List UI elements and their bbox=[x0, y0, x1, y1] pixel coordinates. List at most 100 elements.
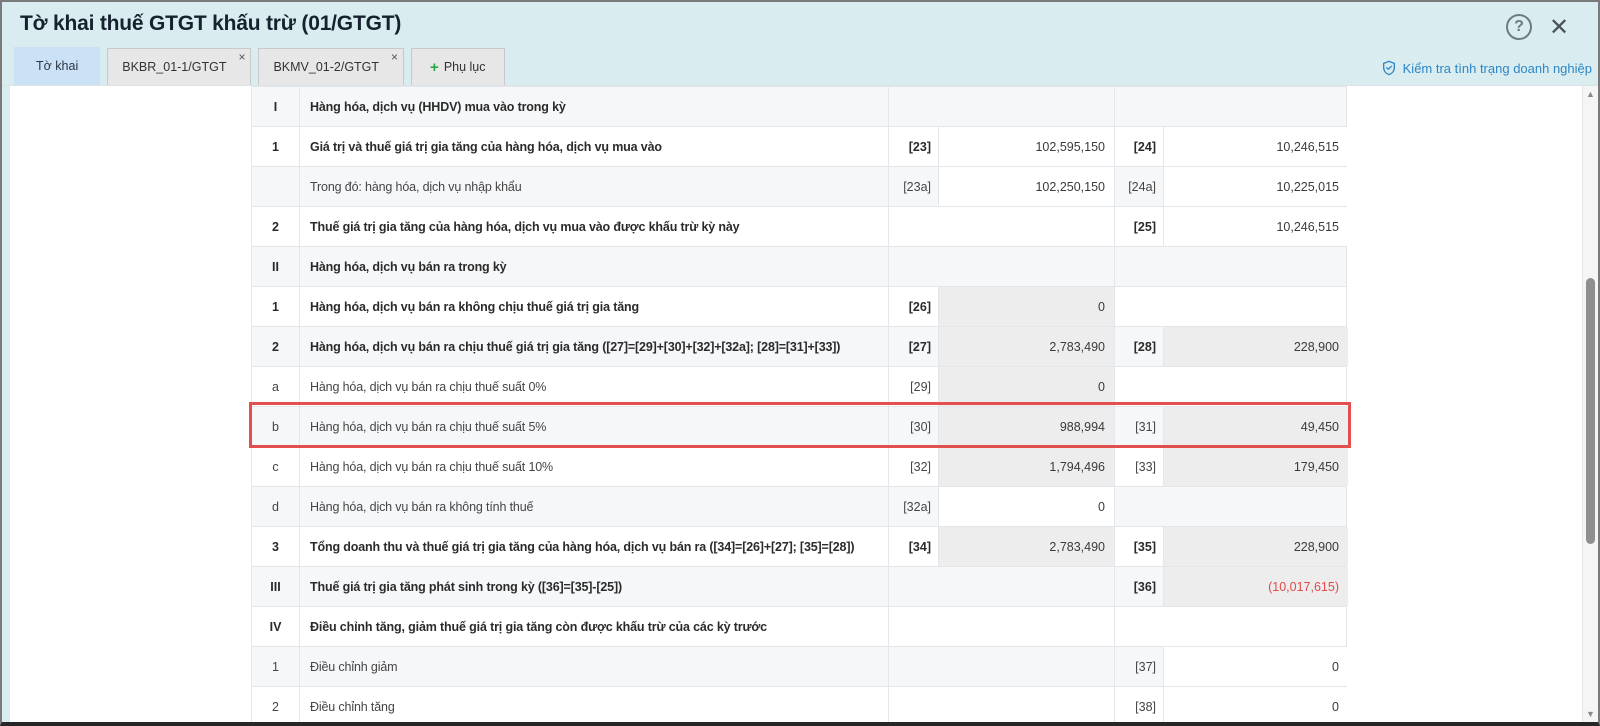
value-readonly: 0 bbox=[938, 367, 1114, 406]
row-label-cell: Giá trị và thuế giá trị gia tăng của hàn… bbox=[299, 127, 888, 166]
row-index-cell: a bbox=[252, 367, 299, 406]
cell-code-label: [23a] bbox=[888, 167, 938, 206]
table-row: Trong đó: hàng hóa, dịch vụ nhập khẩu[23… bbox=[252, 167, 1346, 207]
value-readonly: 2,783,490 bbox=[938, 327, 1114, 366]
row-index-cell: III bbox=[252, 567, 299, 606]
value-readonly: 179,450 bbox=[1163, 447, 1348, 486]
table-row: IIIThuế giá trị gia tăng phát sinh trong… bbox=[252, 567, 1346, 607]
row-label-cell: Điều chỉnh giảm bbox=[299, 647, 888, 686]
scroll-down-arrow-icon[interactable]: ▼ bbox=[1583, 707, 1598, 721]
row-index-cell: 3 bbox=[252, 527, 299, 566]
row-index-cell: 2 bbox=[252, 327, 299, 366]
cell-code-label: [34] bbox=[888, 527, 938, 566]
value-readonly: 49,450 bbox=[1163, 407, 1348, 446]
page-title: Tờ khai thuế GTGT khấu trừ (01/GTGT) bbox=[20, 12, 401, 36]
row-label-cell: Điều chỉnh tăng, giảm thuế giá trị gia t… bbox=[299, 607, 888, 646]
check-link-label: Kiểm tra tình trạng doanh nghiệp bbox=[1403, 61, 1592, 76]
tab-label: Phụ lục bbox=[444, 60, 486, 74]
scroll-up-arrow-icon[interactable]: ▲ bbox=[1583, 87, 1598, 101]
table-row: 3Tổng doanh thu và thuế giá trị gia tăng… bbox=[252, 527, 1346, 567]
empty-cell bbox=[888, 87, 1114, 126]
empty-cell bbox=[1114, 367, 1348, 406]
tab-bar: Tờ khai BKBR_01-1/GTGT × BKMV_01-2/GTGT … bbox=[2, 46, 1598, 86]
table-row: cHàng hóa, dịch vụ bán ra chịu thuế suất… bbox=[252, 447, 1346, 487]
left-gutter bbox=[2, 86, 10, 722]
row-label-cell: Hàng hóa, dịch vụ bán ra không tính thuế bbox=[299, 487, 888, 526]
window-header: Tờ khai thuế GTGT khấu trừ (01/GTGT) ? ✕ bbox=[2, 2, 1598, 46]
value-input[interactable]: 102,250,150 bbox=[938, 167, 1114, 206]
table-row: dHàng hóa, dịch vụ bán ra không tính thu… bbox=[252, 487, 1346, 527]
cell-code-label: [23] bbox=[888, 127, 938, 166]
close-icon: ✕ bbox=[1549, 13, 1569, 42]
row-label-cell: Hàng hóa, dịch vụ bán ra chịu thuế suất … bbox=[299, 407, 888, 446]
cell-code-label: [27] bbox=[888, 327, 938, 366]
value-readonly: 228,900 bbox=[1163, 527, 1348, 566]
help-button[interactable]: ? bbox=[1506, 14, 1532, 40]
table-row: bHàng hóa, dịch vụ bán ra chịu thuế suất… bbox=[252, 407, 1346, 447]
cell-code-label: [38] bbox=[1114, 687, 1163, 726]
tab-label: BKBR_01-1/GTGT bbox=[122, 60, 226, 74]
row-index-cell: IV bbox=[252, 607, 299, 646]
row-index-cell: 2 bbox=[252, 207, 299, 246]
table-row: 2Điều chỉnh tăng[38]0 bbox=[252, 687, 1346, 726]
table-row: IIHàng hóa, dịch vụ bán ra trong kỳ bbox=[252, 247, 1346, 287]
row-label-cell: Thuế giá trị gia tăng phát sinh trong kỳ… bbox=[299, 567, 888, 606]
table-row: 2Thuế giá trị gia tăng của hàng hóa, dịc… bbox=[252, 207, 1346, 247]
empty-cell bbox=[888, 687, 1114, 726]
empty-cell bbox=[888, 207, 1114, 246]
value-input[interactable]: 0 bbox=[1163, 687, 1348, 726]
value-input[interactable]: 0 bbox=[938, 487, 1114, 526]
scrollbar-thumb[interactable] bbox=[1586, 278, 1595, 544]
cell-code-label: [30] bbox=[888, 407, 938, 446]
empty-cell bbox=[888, 567, 1114, 606]
value-input[interactable]: 0 bbox=[1163, 647, 1348, 686]
cell-code-label: [32a] bbox=[888, 487, 938, 526]
cell-code-label: [26] bbox=[888, 287, 938, 326]
value-readonly: 988,994 bbox=[938, 407, 1114, 446]
cell-code-label: [29] bbox=[888, 367, 938, 406]
empty-cell bbox=[888, 607, 1114, 646]
tab-to-khai[interactable]: Tờ khai bbox=[14, 47, 100, 85]
tab-label: BKMV_01-2/GTGT bbox=[273, 60, 379, 74]
tabs-container: Tờ khai BKBR_01-1/GTGT × BKMV_01-2/GTGT … bbox=[14, 47, 512, 85]
empty-cell bbox=[1114, 247, 1348, 286]
help-icon: ? bbox=[1514, 18, 1524, 36]
vat-declaration-table: IHàng hóa, dịch vụ (HHDV) mua vào trong … bbox=[251, 86, 1347, 726]
cell-code-label: [32] bbox=[888, 447, 938, 486]
row-label-cell: Thuế giá trị gia tăng của hàng hóa, dịch… bbox=[299, 207, 888, 246]
value-input[interactable]: 10,246,515 bbox=[1163, 127, 1348, 166]
tab-close-icon[interactable]: × bbox=[391, 51, 398, 63]
row-label-cell: Tổng doanh thu và thuế giá trị gia tăng … bbox=[299, 527, 888, 566]
vertical-scrollbar[interactable]: ▲ ▼ bbox=[1582, 86, 1598, 722]
table-row: 2Hàng hóa, dịch vụ bán ra chịu thuế giá … bbox=[252, 327, 1346, 367]
tab-bkbr-01-1-gtgt[interactable]: BKBR_01-1/GTGT × bbox=[107, 48, 251, 85]
empty-cell bbox=[1114, 287, 1348, 326]
row-label-cell: Hàng hóa, dịch vụ (HHDV) mua vào trong k… bbox=[299, 87, 888, 126]
check-business-status-link[interactable]: Kiểm tra tình trạng doanh nghiệp bbox=[1381, 60, 1592, 76]
empty-cell bbox=[1114, 607, 1348, 646]
close-button[interactable]: ✕ bbox=[1546, 14, 1572, 40]
cell-code-label: [35] bbox=[1114, 527, 1163, 566]
row-index-cell: 1 bbox=[252, 127, 299, 166]
row-index-cell: d bbox=[252, 487, 299, 526]
empty-cell bbox=[888, 647, 1114, 686]
add-appendix-tab[interactable]: + Phụ lục bbox=[411, 48, 504, 85]
tax-declaration-window: Tờ khai thuế GTGT khấu trừ (01/GTGT) ? ✕… bbox=[0, 0, 1600, 726]
row-label-cell: Trong đó: hàng hóa, dịch vụ nhập khẩu bbox=[299, 167, 888, 206]
value-input[interactable]: 10,225,015 bbox=[1163, 167, 1348, 206]
cell-code-label: [37] bbox=[1114, 647, 1163, 686]
cell-code-label: [36] bbox=[1114, 567, 1163, 606]
cell-code-label: [24a] bbox=[1114, 167, 1163, 206]
cell-code-label: [28] bbox=[1114, 327, 1163, 366]
row-label-cell: Hàng hóa, dịch vụ bán ra chịu thuế suất … bbox=[299, 367, 888, 406]
plus-icon: + bbox=[430, 59, 439, 76]
row-label-cell: Điều chỉnh tăng bbox=[299, 687, 888, 726]
cell-code-label: [24] bbox=[1114, 127, 1163, 166]
tab-bkmv-01-2-gtgt[interactable]: BKMV_01-2/GTGT × bbox=[258, 48, 404, 85]
tab-close-icon[interactable]: × bbox=[238, 51, 245, 63]
value-input[interactable]: 10,246,515 bbox=[1163, 207, 1348, 246]
value-input[interactable]: 102,595,150 bbox=[938, 127, 1114, 166]
value-readonly: (10,017,615) bbox=[1163, 567, 1348, 606]
cell-code-label: [31] bbox=[1114, 407, 1163, 446]
table-row: IHàng hóa, dịch vụ (HHDV) mua vào trong … bbox=[252, 87, 1346, 127]
